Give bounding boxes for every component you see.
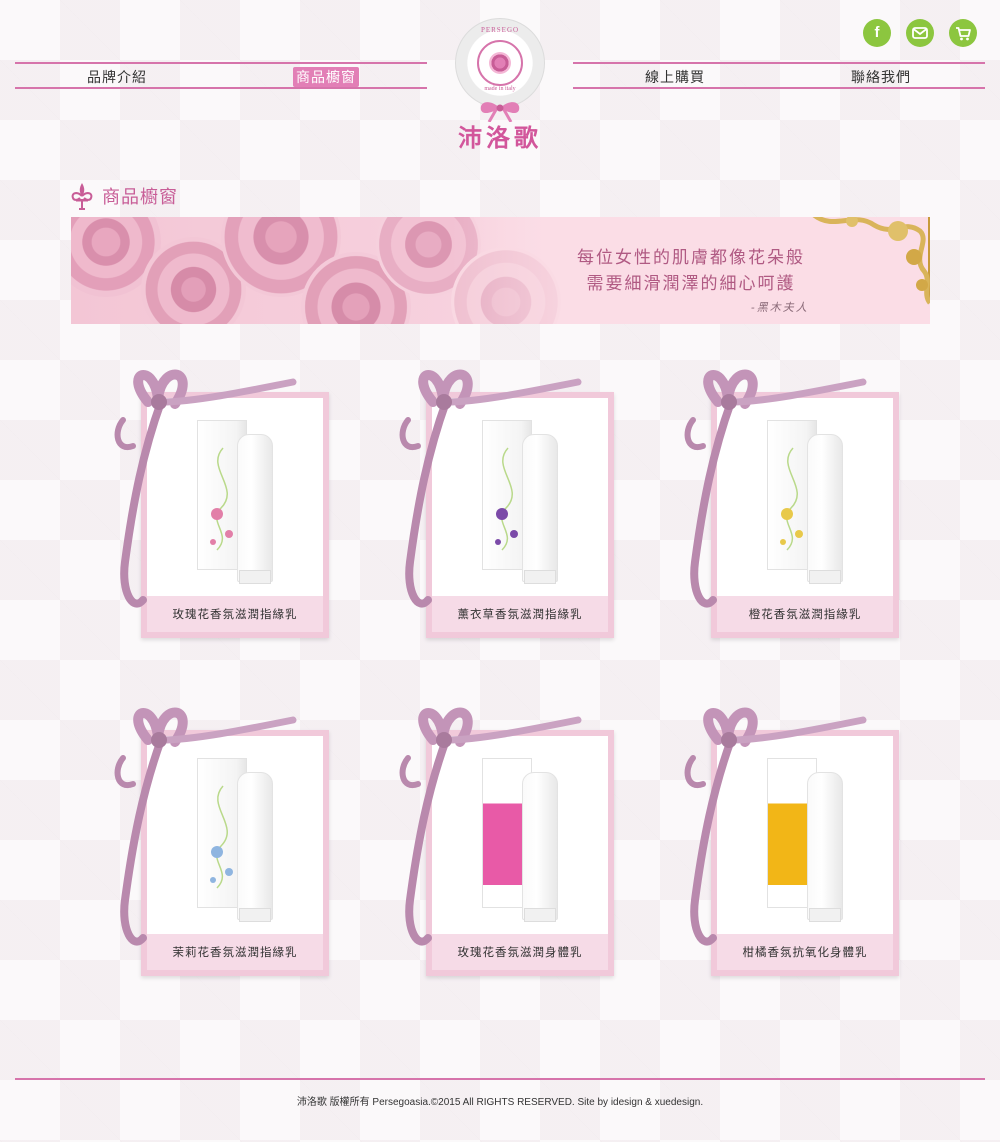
cart-icon[interactable]: [949, 19, 977, 47]
facebook-icon[interactable]: f: [863, 19, 891, 47]
product-name: 薰衣草香氛滋潤指緣乳: [432, 596, 608, 632]
product-card[interactable]: 橙花香氛滋潤指緣乳: [673, 362, 899, 638]
product-cap: [239, 570, 271, 584]
product-cap: [524, 570, 556, 584]
product-frame: 玫瑰花香氛滋潤身體乳: [426, 730, 614, 976]
product-frame: 橙花香氛滋潤指緣乳: [711, 392, 899, 638]
logo-brand-name: 沛洛歌: [458, 123, 542, 152]
footer-copyright: 沛洛歌 版權所有 Persegoasia.©2015 All RIGHTS RE…: [296, 1097, 704, 1108]
product-name: 茉莉花香氛滋潤指緣乳: [147, 934, 323, 970]
product-tube-image: [522, 772, 558, 920]
product-frame: 玫瑰花香氛滋潤指緣乳: [141, 392, 329, 638]
section-title: 商品櫥窗: [102, 187, 178, 208]
brand-logo[interactable]: PERSEGO made in italy 沛洛歌: [455, 18, 545, 152]
product-card[interactable]: 玫瑰花香氛滋潤身體乳: [388, 700, 614, 976]
gold-ornament-icon: [794, 217, 930, 305]
product-cap: [239, 908, 271, 922]
product-name: 玫瑰花香氛滋潤指緣乳: [147, 596, 323, 632]
footer-rule: [15, 1078, 985, 1080]
nav-rule-left-top: [15, 62, 427, 64]
product-card[interactable]: 薰衣草香氛滋潤指緣乳: [388, 362, 614, 638]
hero-banner: 每位女性的肌膚都像花朵般 需要細滑潤澤的細心呵護 -黑木夫人: [71, 217, 930, 324]
nav-online-purchase[interactable]: 線上購買: [645, 67, 705, 87]
product-cap: [809, 908, 841, 922]
nav-rule-right-bottom: [573, 87, 985, 89]
product-name: 玫瑰花香氛滋潤身體乳: [432, 934, 608, 970]
logo-made-text: made in italy: [484, 86, 516, 92]
product-card[interactable]: 玫瑰花香氛滋潤指緣乳: [103, 362, 329, 638]
shopping-cart-icon: [956, 27, 971, 41]
product-tube-image: [237, 434, 273, 582]
product-name: 柑橘香氛抗氧化身體乳: [717, 934, 893, 970]
product-cap: [524, 908, 556, 922]
product-frame: 柑橘香氛抗氧化身體乳: [711, 730, 899, 976]
product-frame: 茉莉花香氛滋潤指緣乳: [141, 730, 329, 976]
rose-icon: [489, 52, 511, 74]
mail-icon[interactable]: [906, 19, 934, 47]
section-header: 商品櫥窗: [70, 182, 178, 210]
product-tube-image: [237, 772, 273, 920]
product-frame: 薰衣草香氛滋潤指緣乳: [426, 392, 614, 638]
product-cap: [809, 570, 841, 584]
product-tube-image: [522, 434, 558, 582]
nav-brand-intro[interactable]: 品牌介紹: [87, 67, 147, 87]
nav-contact-us[interactable]: 聯絡我們: [851, 67, 911, 87]
product-name: 橙花香氛滋潤指緣乳: [717, 596, 893, 632]
nav-rule-right-top: [573, 62, 985, 64]
nav-product-showcase[interactable]: 商品櫥窗: [293, 67, 359, 87]
logo-brand-small: PERSEGO: [480, 26, 520, 34]
product-card[interactable]: 柑橘香氛抗氧化身體乳: [673, 700, 899, 976]
envelope-icon: [912, 27, 928, 39]
product-tube-image: [807, 772, 843, 920]
fleur-de-lis-icon: [71, 183, 93, 210]
nav-rule-left-bottom: [15, 87, 427, 89]
product-card[interactable]: 茉莉花香氛滋潤指緣乳: [103, 700, 329, 976]
product-tube-image: [807, 434, 843, 582]
